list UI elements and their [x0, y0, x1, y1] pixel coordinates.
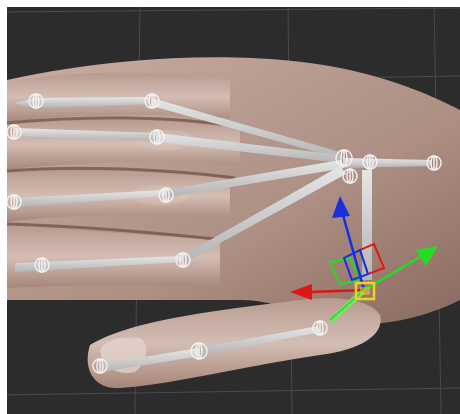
3d-viewport[interactable]: [0, 0, 460, 414]
viewport-left-frame: [0, 0, 7, 414]
selected-joint-fill: [360, 287, 370, 295]
viewport-canvas[interactable]: [0, 0, 460, 414]
viewport-top-frame: [0, 0, 460, 7]
